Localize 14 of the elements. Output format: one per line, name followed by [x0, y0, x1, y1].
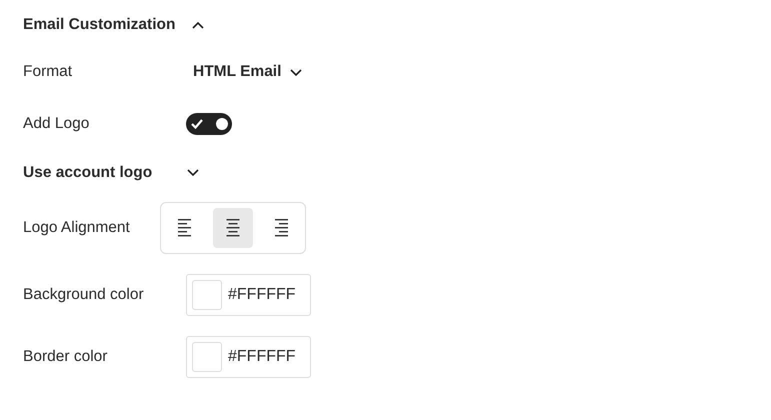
section-header[interactable]: Email Customization	[23, 13, 206, 37]
field-label: Background color	[23, 285, 145, 306]
check-icon	[190, 118, 204, 130]
field-label: Format	[23, 62, 74, 82]
color-field[interactable]: #FFFFFF	[186, 336, 311, 378]
logo-source-dropdown[interactable]: Use account logo	[23, 160, 200, 184]
field-label: Border color	[23, 347, 108, 368]
format-dropdown[interactable]: HTML Email	[193, 60, 304, 84]
logo-toggle[interactable]	[186, 112, 232, 135]
field-label: Add Logo	[23, 114, 90, 134]
color-field[interactable]: #FFFFFF	[186, 274, 311, 316]
field-label: Logo Alignment	[23, 218, 131, 238]
align-center-button[interactable]	[213, 208, 253, 248]
align-center-icon	[224, 218, 242, 238]
